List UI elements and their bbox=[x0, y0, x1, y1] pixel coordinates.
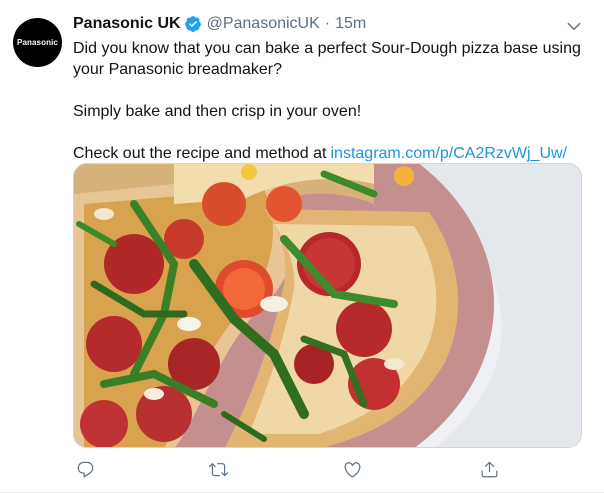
share-icon[interactable] bbox=[475, 455, 503, 483]
avatar[interactable]: Panasonic bbox=[13, 18, 62, 67]
tweet-text-line-3-text: Check out the recipe and method at bbox=[73, 145, 327, 162]
tweet-actions bbox=[73, 455, 498, 483]
verified-badge-icon bbox=[184, 15, 202, 33]
heart-icon[interactable] bbox=[338, 455, 366, 483]
chevron-down-icon[interactable] bbox=[565, 17, 583, 35]
tweet[interactable]: Panasonic Panasonic UK @PanasonicUK · 15… bbox=[0, 0, 604, 493]
separator-dot: · bbox=[324, 15, 331, 32]
tweet-image[interactable] bbox=[73, 163, 582, 448]
author-name[interactable]: Panasonic UK bbox=[73, 15, 181, 33]
author-handle[interactable]: @PanasonicUK bbox=[207, 15, 320, 33]
tweet-text-line-1: Did you know that you can bake a perfect… bbox=[73, 40, 581, 78]
retweet-icon[interactable] bbox=[204, 455, 232, 483]
avatar-logo-text: Panasonic bbox=[17, 38, 58, 47]
tweet-text: Did you know that you can bake a perfect… bbox=[73, 38, 583, 164]
tweet-timestamp[interactable]: 15m bbox=[335, 15, 366, 33]
tweet-text-line-2: Simply bake and then crisp in your oven! bbox=[73, 103, 362, 120]
reply-icon[interactable] bbox=[71, 455, 99, 483]
tweet-text-line-3: Check out the recipe and method at instag… bbox=[73, 143, 583, 164]
pizza-photo bbox=[74, 164, 581, 447]
tweet-header: Panasonic UK @PanasonicUK · 15m bbox=[73, 13, 366, 35]
instagram-link[interactable]: instagram.com/p/CA2RzvWj_Uw/ bbox=[331, 145, 568, 162]
